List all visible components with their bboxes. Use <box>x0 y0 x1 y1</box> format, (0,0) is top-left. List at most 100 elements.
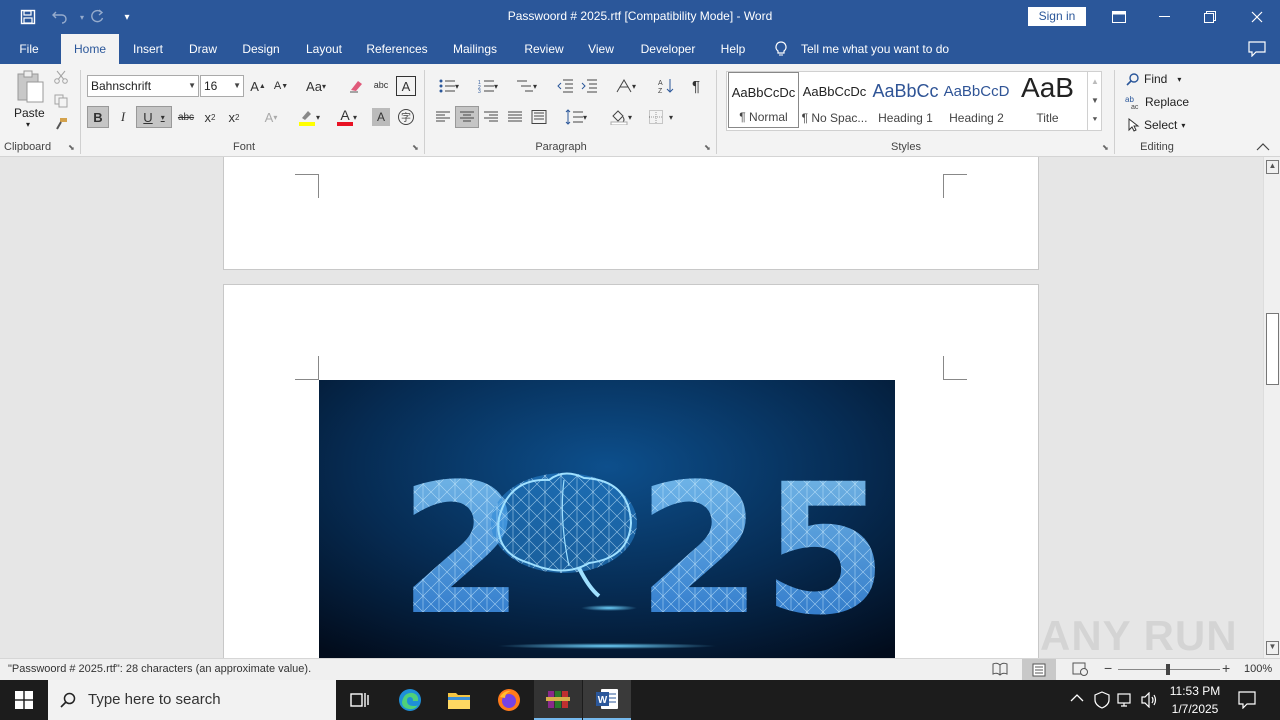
read-mode-icon[interactable] <box>992 662 1008 679</box>
shading-icon[interactable]: ▾ <box>604 106 638 128</box>
style-normal[interactable]: AaBbCcDc ¶ Normal <box>728 72 799 128</box>
character-shading-icon[interactable]: A <box>372 108 390 126</box>
vertical-scrollbar[interactable]: ▲ ▼ <box>1263 157 1280 658</box>
character-border-icon[interactable]: A <box>396 76 416 96</box>
scroll-up-icon[interactable]: ▲ <box>1266 160 1279 174</box>
word-icon[interactable]: W <box>583 680 631 720</box>
clear-formatting-icon[interactable] <box>346 76 366 96</box>
close-icon[interactable] <box>1234 0 1280 34</box>
phonetic-guide-icon[interactable]: abc <box>370 74 392 96</box>
style-heading-1[interactable]: AaBbCc Heading 1 <box>870 72 941 128</box>
sort-icon[interactable]: AZ <box>656 76 676 96</box>
replace-button[interactable]: ab ac Replace <box>1125 93 1189 111</box>
underline-button[interactable]: U ▾ <box>136 106 172 128</box>
tab-file[interactable]: File <box>8 34 50 64</box>
style-title[interactable]: AaB Title <box>1012 72 1083 128</box>
paste-label[interactable]: Paste <box>14 106 45 120</box>
show-hidden-icons-icon[interactable] <box>1070 692 1084 706</box>
tab-developer[interactable]: Developer <box>634 34 702 64</box>
paste-icon[interactable] <box>14 70 46 104</box>
scroll-thumb[interactable] <box>1266 313 1279 385</box>
defender-tray-icon[interactable] <box>1094 691 1110 712</box>
select-button[interactable]: Select ▾ <box>1128 116 1185 134</box>
tab-design[interactable]: Design <box>237 34 285 64</box>
winrar-icon[interactable] <box>534 680 582 720</box>
enclose-characters-icon[interactable]: 字 <box>396 107 416 127</box>
grow-font-icon[interactable]: A ▲ <box>249 76 267 96</box>
bullets-icon[interactable]: ▾ <box>432 76 466 96</box>
tab-insert[interactable]: Insert <box>126 34 170 64</box>
firefox-icon[interactable] <box>485 680 533 720</box>
file-explorer-icon[interactable] <box>435 680 483 720</box>
taskbar-search[interactable]: Type here to search <box>48 680 336 720</box>
font-launcher-icon[interactable]: ⬊ <box>412 143 419 152</box>
status-text[interactable]: "Passwoord # 2025.rtf": 28 characters (a… <box>8 663 311 675</box>
web-layout-icon[interactable] <box>1072 662 1088 679</box>
zoom-level[interactable]: 100% <box>1244 663 1272 675</box>
cut-icon[interactable] <box>52 68 70 86</box>
styles-scroll-up-icon[interactable]: ▲ <box>1088 72 1102 91</box>
tab-references[interactable]: References <box>363 34 431 64</box>
find-button[interactable]: Find ▾ <box>1126 70 1181 88</box>
scroll-down-icon[interactable]: ▼ <box>1266 641 1279 655</box>
style-heading-2[interactable]: AaBbCcD Heading 2 <box>941 72 1012 128</box>
tab-draw[interactable]: Draw <box>182 34 224 64</box>
tab-view[interactable]: View <box>583 34 619 64</box>
show-formatting-marks-icon[interactable]: ¶ <box>686 76 706 96</box>
zoom-in-icon[interactable]: + <box>1222 660 1230 676</box>
paragraph-launcher-icon[interactable]: ⬊ <box>704 143 711 152</box>
copy-icon[interactable] <box>52 92 70 110</box>
highlight-color-icon[interactable]: ▾ <box>292 106 326 128</box>
tab-help[interactable]: Help <box>715 34 751 64</box>
notifications-icon[interactable] <box>1238 691 1256 712</box>
borders-icon[interactable]: ▾ <box>644 106 678 128</box>
paste-dropdown-icon[interactable]: ▾ <box>26 120 30 129</box>
volume-icon[interactable] <box>1141 691 1159 711</box>
italic-button[interactable]: I <box>113 106 133 128</box>
zoom-out-icon[interactable]: − <box>1104 660 1112 676</box>
page-2[interactable]: 2 2 25 25 2025 <box>223 284 1039 658</box>
styles-more-icon[interactable]: ⯆ <box>1088 110 1102 129</box>
multilevel-list-icon[interactable]: ▾ <box>510 76 544 96</box>
styles-launcher-icon[interactable]: ⬊ <box>1102 143 1109 152</box>
subscript-button[interactable]: x2 <box>200 106 220 128</box>
comments-icon[interactable] <box>1248 41 1266 60</box>
embedded-image-2025[interactable]: 2 2 25 25 2025 <box>319 380 895 658</box>
page-1[interactable] <box>223 157 1039 270</box>
font-name-box[interactable]: Bahnschrift ▼ <box>87 75 199 97</box>
network-icon[interactable] <box>1117 692 1135 711</box>
asian-layout-icon[interactable]: ▾ <box>610 76 642 96</box>
align-center-icon[interactable] <box>455 106 479 128</box>
align-left-icon[interactable] <box>432 106 454 128</box>
collapse-ribbon-icon[interactable] <box>1256 140 1270 154</box>
justify-icon[interactable] <box>504 106 526 128</box>
select-dropdown-icon[interactable]: ▾ <box>1181 121 1185 130</box>
find-dropdown-icon[interactable]: ▾ <box>1177 75 1181 84</box>
bold-button[interactable]: B <box>87 106 109 128</box>
style-no-spacing[interactable]: AaBbCcDc ¶ No Spac... <box>799 72 870 128</box>
distributed-icon[interactable] <box>528 106 550 128</box>
tab-home[interactable]: Home <box>61 34 119 64</box>
text-effects-icon[interactable]: A ▾ <box>256 106 286 128</box>
tab-layout[interactable]: Layout <box>300 34 348 64</box>
clock-date[interactable]: 1/7/2025 <box>1164 702 1226 716</box>
strikethrough-button[interactable]: abc <box>176 106 196 128</box>
tab-mailings[interactable]: Mailings <box>447 34 503 64</box>
zoom-slider-thumb[interactable] <box>1166 664 1170 675</box>
increase-indent-icon[interactable] <box>579 76 599 96</box>
line-spacing-icon[interactable]: ▾ <box>558 106 594 128</box>
tell-me-search[interactable]: Tell me what you want to do <box>801 42 949 56</box>
sign-in-button[interactable]: Sign in <box>1028 7 1086 26</box>
align-right-icon[interactable] <box>480 106 502 128</box>
minimize-icon[interactable] <box>1141 0 1187 34</box>
clipboard-launcher-icon[interactable]: ⬊ <box>68 143 75 152</box>
superscript-button[interactable]: x2 <box>224 106 244 128</box>
shrink-font-icon[interactable]: A ▼ <box>272 76 290 96</box>
windows-start-icon[interactable] <box>0 680 48 720</box>
font-size-box[interactable]: 16 ▼ <box>200 75 244 97</box>
tab-review[interactable]: Review <box>520 34 568 64</box>
font-color-icon[interactable]: A ▾ <box>330 106 364 128</box>
format-painter-icon[interactable] <box>52 115 70 133</box>
change-case-icon[interactable]: Aa ▾ <box>300 76 332 96</box>
ribbon-display-options-icon[interactable] <box>1096 0 1142 34</box>
